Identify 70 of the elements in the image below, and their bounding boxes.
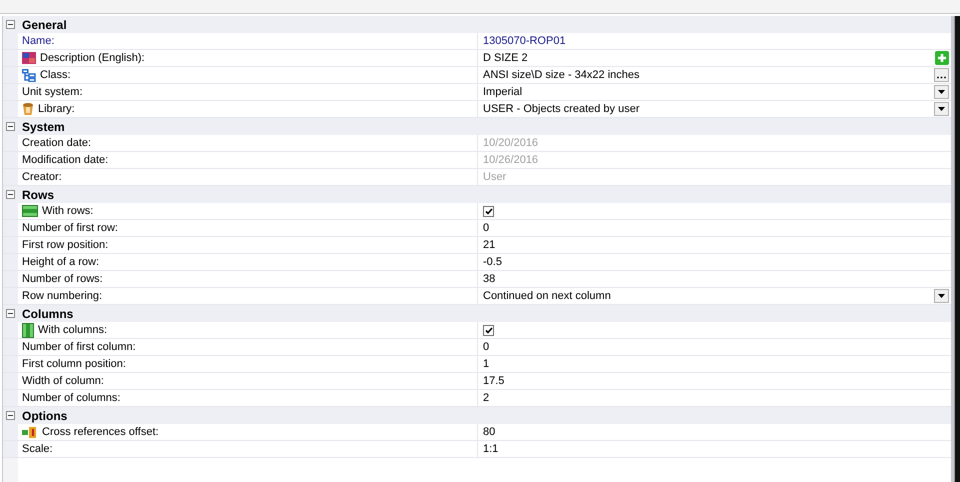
connector-icon [22,426,38,438]
property-label: Name: [22,34,54,49]
property-label: Number of rows: [22,272,103,287]
dropdown-button[interactable] [934,289,949,303]
property-label: First row position: [22,238,108,253]
rows-icon [22,205,38,217]
collapse-button[interactable] [6,411,15,420]
caret-icon [938,107,945,111]
property-label: Modification date: [22,152,108,168]
minus-icon [8,192,13,197]
dropdown-button[interactable] [934,102,949,116]
minus-icon [8,22,13,27]
property-label: With rows: [42,204,94,219]
collapse-button[interactable] [6,122,15,131]
section-title: General [21,16,67,34]
collapse-button[interactable] [6,20,15,29]
property-value[interactable]: D SIZE 2 [483,50,528,66]
property-value[interactable]: Imperial [483,84,522,100]
property-label: Creation date: [22,136,92,151]
caret-icon [938,294,945,298]
dropdown-button[interactable] [934,85,949,99]
property-value[interactable]: 1305070-ROP01 [483,32,566,50]
property-value[interactable]: ANSI size\D size - 34x22 inches [483,66,640,84]
property-label: Creator: [22,170,62,185]
property-label: Width of column: [22,374,104,389]
property-value[interactable]: 1 [483,356,490,372]
minus-icon [8,311,13,316]
property-label: Row numbering: [22,288,102,304]
property-label: Library: [38,102,75,117]
section-title: Options [21,408,68,424]
bucket-icon [22,102,34,116]
ellipsis-icon [937,76,946,79]
property-value[interactable]: 2 [483,390,490,406]
property-label: With columns: [38,322,108,338]
checkbox[interactable] [483,324,494,336]
property-value[interactable]: 38 [483,270,496,288]
property-value[interactable]: 80 [483,424,496,440]
property-label: Number of first column: [22,340,136,355]
section-title: System [21,118,65,136]
ellipsis-button[interactable] [934,68,949,82]
checkbox[interactable] [483,206,494,216]
property-value[interactable]: 1:1 [483,440,498,458]
property-label: Height of a row: [22,254,100,270]
property-value[interactable]: Continued on next column [483,288,611,304]
property-value[interactable]: 21 [483,236,496,254]
property-label: Description (English): [40,50,145,66]
property-label: Scale: [22,442,53,457]
columns-icon [22,322,34,338]
property-label: First column position: [22,356,126,372]
property-value[interactable]: 0 [483,220,490,236]
minus-icon [8,124,13,129]
property-label: Cross references offset: [42,424,159,440]
collapse-button[interactable] [6,190,15,199]
section-title: Columns [21,306,74,322]
add-button[interactable] [935,51,949,65]
flag-image-icon [22,52,36,64]
section-title: Rows [21,186,54,204]
property-value[interactable]: 17.5 [483,372,504,390]
property-label: Number of columns: [22,390,120,406]
property-value[interactable]: -0.5 [483,254,502,270]
minus-icon [8,413,13,418]
collapse-button[interactable] [6,309,15,318]
property-label: Number of first row: [22,220,118,236]
property-label: Class: [40,68,71,83]
plus-icon [937,53,947,63]
property-value[interactable]: USER - Objects created by user [483,100,640,118]
caret-icon [938,90,945,94]
property-value[interactable]: 0 [483,338,490,356]
property-label: Unit system: [22,84,83,100]
tree-icon [22,68,36,82]
